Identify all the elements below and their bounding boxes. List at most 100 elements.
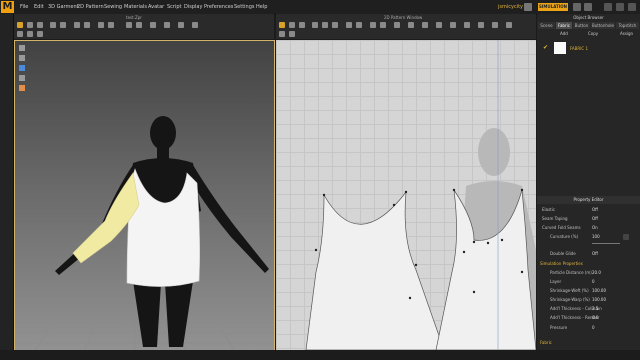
prop-value[interactable]: 0 [592,324,595,332]
edit-curve-icon[interactable] [299,22,305,28]
close-icon[interactable] [628,3,636,11]
avatar-display-icon[interactable] [19,55,25,61]
viewport-3d[interactable] [14,40,275,352]
arrange-icon[interactable] [17,31,23,37]
view-mode-icon[interactable] [19,45,25,51]
assign-button[interactable]: Assign [620,31,633,36]
settings-icon[interactable] [584,3,592,11]
prop-value[interactable]: Off [592,215,598,223]
prop-thickness-render[interactable]: Add'l Thickness - Render 0.0 [542,314,638,322]
menu-script[interactable]: Script [167,4,182,10]
menu-edit[interactable]: Edit [34,4,44,10]
menu-preferences[interactable]: Preferences [204,4,233,10]
tab-button[interactable]: Button [573,22,590,29]
render-display-icon[interactable] [19,75,25,81]
edit-texture-icon[interactable] [408,22,414,28]
prop-value[interactable]: 0.0 [592,314,598,322]
prop-elastic[interactable]: Elastic Off [542,206,638,214]
menu-sewing[interactable]: Sewing [104,4,122,10]
prop-value[interactable]: Off [592,250,598,258]
move-tool-icon[interactable] [27,22,33,28]
button-tool-icon[interactable] [136,22,142,28]
camera-icon[interactable] [19,85,25,91]
notch-icon[interactable] [492,22,498,28]
select-tool-icon[interactable] [17,22,23,28]
prop-value[interactable]: 0 [592,278,595,286]
annotation-icon[interactable] [422,22,428,28]
maximize-icon[interactable] [616,3,624,11]
garment-display-icon[interactable] [19,65,25,71]
minimize-icon[interactable] [604,3,612,11]
pleat-icon[interactable] [506,22,512,28]
prop-curvature[interactable]: Curvature (%) 100 [542,233,638,244]
transform-pattern-icon[interactable] [279,22,285,28]
prop-double-glide[interactable]: Double Glide Off [542,250,638,258]
prop-layer[interactable]: Layer 0 [542,278,638,286]
zipper-tool-icon[interactable] [126,22,132,28]
graphic-tool-icon[interactable] [178,22,184,28]
user-name[interactable]: jsmicycity [498,4,523,10]
zoom-icon[interactable] [279,31,285,37]
prop-value[interactable]: 2.5 [592,305,598,313]
menu-3d-garment[interactable]: 3D Garment [48,4,79,10]
stress-map-icon[interactable] [108,22,114,28]
viewport-2d[interactable] [276,40,536,350]
segment-sewing-icon[interactable] [370,22,376,28]
prop-particle-distance[interactable]: Particle Distance (m) 20.0 [542,269,638,277]
polygon-tool-icon[interactable] [312,22,318,28]
strengthen-icon[interactable] [27,31,33,37]
fold-tool-icon[interactable] [37,22,43,28]
fabric-list-item[interactable]: ✔ FABRIC 1 [540,41,638,57]
menu-2d-pattern[interactable]: 2D Pattern [77,4,104,10]
add-button[interactable]: Add [560,31,568,36]
prop-value[interactable]: 20.0 [592,269,601,277]
menu-help[interactable]: Help [256,4,267,10]
prop-curved-fold[interactable]: Curved Fold Seams On [542,224,638,232]
prop-shrinkage-weft[interactable]: Shrinkage-Weft (%) 100.00 [542,287,638,295]
rectangle-tool-icon[interactable] [322,22,328,28]
tab-topstitch[interactable]: Topstitch [616,22,639,29]
texture-tool-icon[interactable] [164,22,170,28]
render-icon[interactable] [573,3,581,11]
prop-value[interactable]: 100.00 [592,287,606,295]
trim-tool-icon[interactable] [192,22,198,28]
menu-avatar[interactable]: Avatar [148,4,164,10]
prop-value[interactable]: 100 [592,233,600,241]
pan-icon[interactable] [289,31,295,37]
pin-tool-icon[interactable] [60,22,66,28]
avatar-tool-icon[interactable] [150,22,156,28]
check-sewing-icon[interactable] [394,22,400,28]
grading-icon[interactable] [436,22,442,28]
tack-tool-icon[interactable] [50,22,56,28]
prop-value[interactable]: Off [592,206,598,214]
internal-line-icon[interactable] [346,22,352,28]
fit-map-icon[interactable] [98,22,104,28]
simulation-button[interactable]: SIMULATION [538,3,568,11]
prop-pressure[interactable]: Pressure 0 [542,324,638,332]
curvature-slider[interactable] [592,243,620,244]
prop-value[interactable]: On [592,224,598,232]
tab-buttonhole[interactable]: Buttonhole [591,22,615,29]
simulation-properties-section[interactable]: Simulation Properties [540,261,583,266]
pencil-icon[interactable] [623,234,629,240]
symmetry-icon[interactable] [478,22,484,28]
tab-scene[interactable]: Scene [538,22,555,29]
layer-icon[interactable] [37,31,43,37]
ruler-icon[interactable] [450,22,456,28]
upload-icon[interactable] [524,3,532,11]
prop-seam-taping[interactable]: Seam Taping Off [542,215,638,223]
trace-icon[interactable] [464,22,470,28]
circle-tool-icon[interactable] [332,22,338,28]
menu-settings[interactable]: Settings [234,4,255,10]
menu-file[interactable]: File [20,4,28,10]
dart-tool-icon[interactable] [356,22,362,28]
copy-button[interactable]: Copy [588,31,598,36]
menu-display[interactable]: Display [184,4,202,10]
tape-tool-icon[interactable] [84,22,90,28]
measure-tool-icon[interactable] [74,22,80,28]
menu-materials[interactable]: Materials [124,4,147,10]
fabric-section[interactable]: Fabric [540,340,552,345]
edit-pattern-icon[interactable] [289,22,295,28]
tab-fabric[interactable]: Fabric [556,22,572,29]
prop-shrinkage-warp[interactable]: Shrinkage-Warp (%) 100.00 [542,296,638,304]
